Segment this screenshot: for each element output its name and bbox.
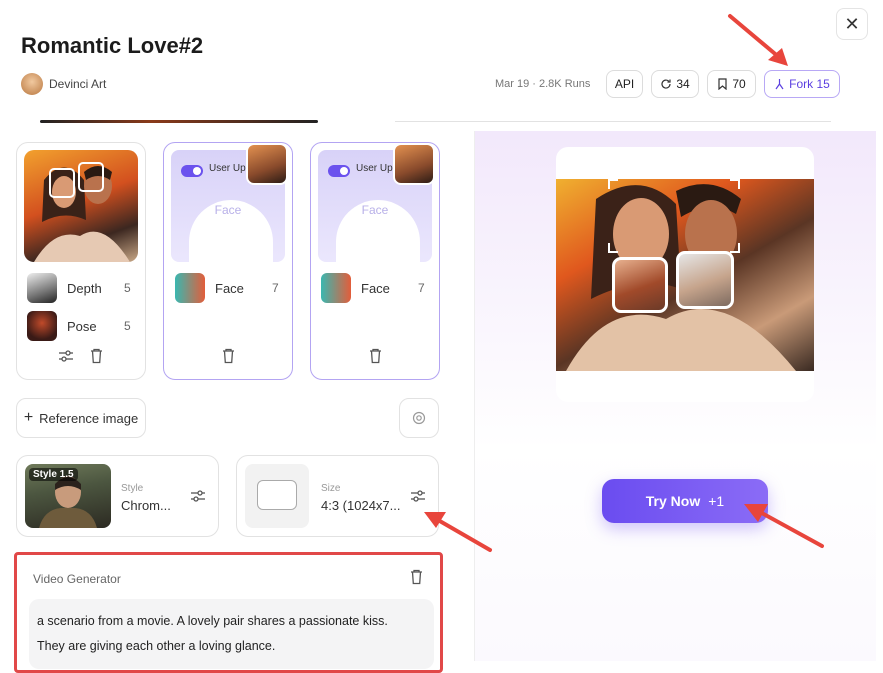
image-strip — [40, 120, 318, 123]
style-selector[interactable]: Style 1.5 Style Chrom... — [16, 455, 219, 537]
target-icon — [412, 411, 426, 425]
depth-value: 5 — [124, 281, 131, 295]
user-upload-toggle[interactable] — [181, 165, 203, 177]
face-thumbnail — [393, 143, 435, 185]
trash-icon[interactable] — [221, 348, 236, 364]
trash-icon[interactable] — [368, 348, 383, 364]
user-upload-toggle[interactable] — [328, 165, 350, 177]
api-button[interactable]: API — [606, 70, 643, 98]
style-value: Chrom... — [121, 498, 171, 513]
face-frame — [730, 179, 740, 189]
settings-icon[interactable] — [409, 488, 427, 504]
reference-label: Reference image — [39, 410, 139, 426]
annotation-arrow — [424, 512, 492, 552]
face-icon — [175, 273, 205, 303]
settings-icon[interactable] — [57, 348, 75, 364]
fork-label: Fork 15 — [789, 77, 830, 91]
try-now-label: Try Now — [645, 493, 701, 509]
settings-icon[interactable] — [189, 488, 207, 504]
size-label: Size — [321, 483, 341, 494]
style-badge: Style 1.5 — [29, 468, 78, 481]
annotation-arrow — [728, 14, 788, 66]
pose-value: 5 — [124, 319, 131, 333]
face-area-label: Face — [214, 203, 242, 217]
face-value: 7 — [418, 281, 425, 295]
user-upload-label: User Up — [356, 163, 393, 174]
author[interactable]: Devinci Art — [21, 73, 106, 95]
bookmark-count: 70 — [732, 77, 746, 91]
pose-control[interactable]: Pose — [27, 311, 97, 341]
page: ✕ Romantic Love#2 Devinci Art Mar 19 · 2… — [0, 0, 883, 673]
face-frame — [730, 243, 740, 253]
page-title: Romantic Love#2 — [21, 33, 204, 58]
reference-thumbnail[interactable] — [24, 150, 138, 262]
face-icon — [321, 273, 351, 303]
source-face-thumb — [676, 251, 734, 309]
face-marker — [78, 162, 104, 192]
face-frame — [608, 179, 618, 189]
author-name: Devinci Art — [49, 77, 107, 91]
face-label: Face — [361, 280, 390, 296]
pose-icon — [27, 311, 57, 341]
face-area-label: Face — [361, 203, 389, 217]
api-label: API — [614, 77, 635, 91]
remix-icon — [661, 79, 671, 89]
video-generator-title: Video Generator — [33, 572, 121, 586]
size-selector[interactable]: Size 4:3 (1024x7... — [236, 455, 439, 537]
source-face-thumb — [612, 257, 668, 313]
face-frame — [608, 243, 618, 253]
depth-control[interactable]: Depth — [27, 273, 102, 303]
divider — [395, 121, 831, 122]
video-generator-card[interactable]: Video Generator a scenario from a movie.… — [14, 552, 443, 673]
remix-button[interactable]: 34 — [651, 70, 699, 98]
bookmark-icon — [718, 78, 727, 90]
prompt-line: They are giving each other a loving glan… — [37, 639, 276, 653]
avatar — [21, 73, 43, 95]
plus-icon: + — [23, 409, 34, 426]
close-button[interactable]: ✕ — [836, 8, 868, 40]
preview-image[interactable] — [556, 179, 814, 371]
face-thumbnail — [246, 143, 288, 185]
target-button[interactable] — [399, 398, 439, 438]
fork-icon — [775, 79, 784, 90]
aspect-ratio-thumbnail — [245, 464, 309, 528]
trash-icon[interactable] — [89, 348, 104, 364]
remix-count: 34 — [676, 77, 690, 91]
size-value: 4:3 (1024x7... — [321, 498, 401, 513]
run-meta: Mar 19 · 2.8K Runs — [495, 78, 591, 90]
trash-icon[interactable] — [409, 569, 424, 585]
face-label: Face — [215, 280, 244, 296]
aspect-ratio-frame — [257, 480, 297, 510]
fork-button[interactable]: Fork 15 — [764, 70, 840, 98]
prompt-line: a scenario from a movie. A lovely pair s… — [37, 614, 388, 628]
style-label: Style — [121, 483, 144, 494]
close-icon: ✕ — [844, 13, 860, 34]
add-reference-image-button[interactable]: + Reference image — [16, 398, 146, 438]
face-control[interactable]: Face — [321, 273, 390, 303]
depth-icon — [27, 273, 57, 303]
prompt-textarea[interactable]: a scenario from a movie. A lovely pair s… — [29, 599, 434, 669]
user-upload-label: User Up — [209, 163, 246, 174]
face-value: 7 — [272, 281, 279, 295]
face-marker — [49, 168, 75, 198]
credit-cost: +1 — [708, 493, 725, 509]
annotation-arrow — [744, 504, 824, 548]
face-control[interactable]: Face — [175, 273, 244, 303]
style-thumbnail: Style 1.5 — [25, 464, 111, 528]
pose-label: Pose — [67, 318, 97, 334]
depth-label: Depth — [67, 280, 102, 296]
preview-card — [556, 147, 814, 402]
bookmark-button[interactable]: 70 — [707, 70, 756, 98]
